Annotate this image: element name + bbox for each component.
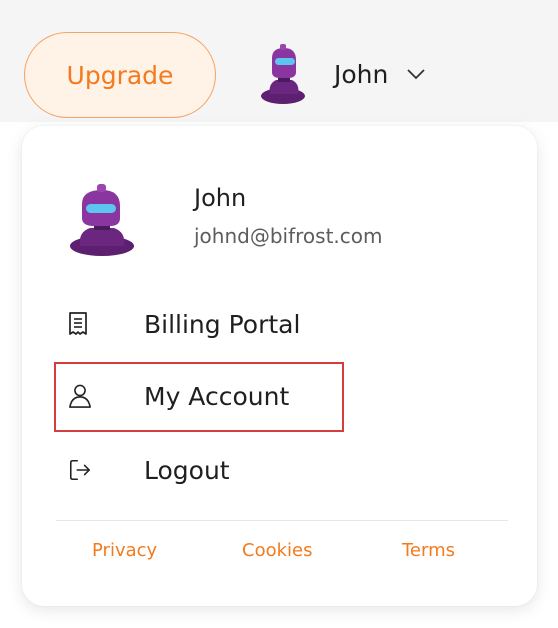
selection-highlight xyxy=(54,362,344,432)
user-dropdown-menu: John johnd@bifrost.com Billing Portal My… xyxy=(22,126,537,606)
profile-email: johnd@bifrost.com xyxy=(194,224,383,248)
terms-link[interactable]: Terms xyxy=(402,540,455,561)
upgrade-button[interactable]: Upgrade xyxy=(24,32,216,118)
chevron-down-icon xyxy=(407,69,425,80)
cookies-link[interactable]: Cookies xyxy=(242,540,312,561)
menu-item-label: Billing Portal xyxy=(144,309,301,339)
receipt-icon xyxy=(68,309,92,339)
logout-icon xyxy=(68,455,92,485)
privacy-link[interactable]: Privacy xyxy=(92,540,157,561)
robot-avatar-icon xyxy=(261,44,305,104)
profile-name: John xyxy=(194,184,247,212)
user-name: John xyxy=(334,59,389,89)
menu-item-billing-portal[interactable]: Billing Portal xyxy=(68,296,488,352)
profile-section: John johnd@bifrost.com xyxy=(66,182,486,262)
robot-avatar-icon xyxy=(70,184,134,256)
menu-item-logout[interactable]: Logout xyxy=(68,442,488,498)
divider xyxy=(56,520,508,521)
menu-item-label: Logout xyxy=(144,455,230,485)
user-menu-trigger[interactable]: John xyxy=(258,44,426,104)
